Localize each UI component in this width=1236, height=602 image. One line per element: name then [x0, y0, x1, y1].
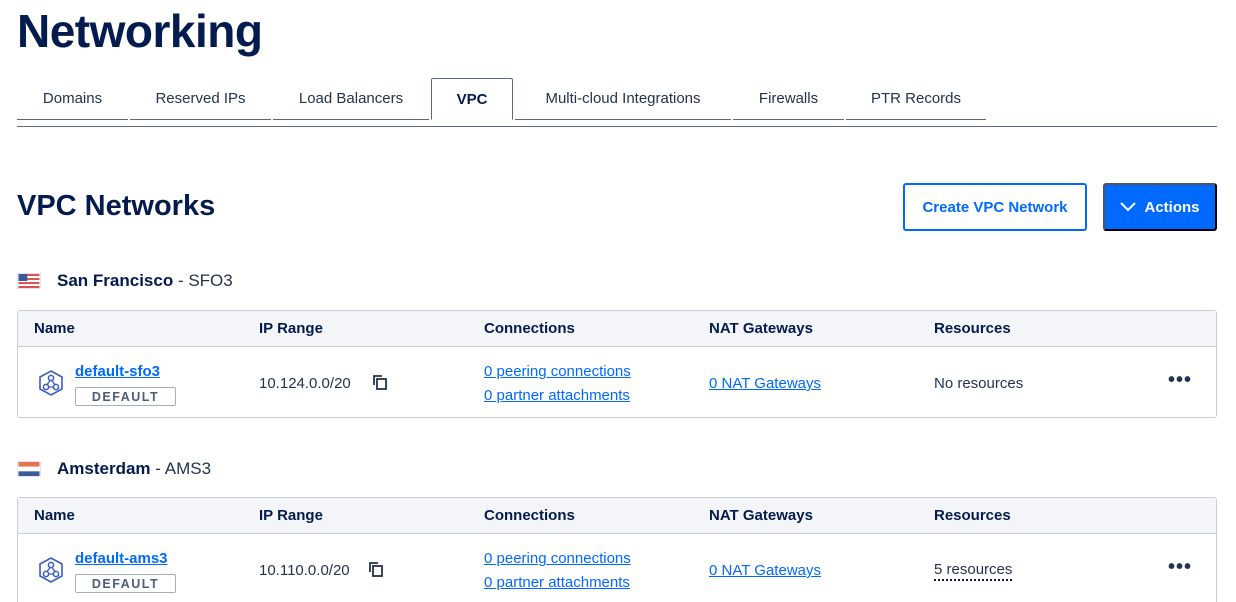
default-badge: DEFAULT — [75, 387, 176, 406]
column-connections: Connections — [484, 507, 575, 524]
more-options-icon[interactable]: ••• — [1168, 369, 1192, 392]
region-code: - SFO3 — [177, 271, 233, 290]
table-header: Name IP Range Connections NAT Gateways R… — [18, 498, 1216, 534]
create-vpc-network-button[interactable]: Create VPC Network — [903, 183, 1087, 231]
column-ip-range: IP Range — [259, 507, 323, 524]
table-header: Name IP Range Connections NAT Gateways R… — [18, 311, 1216, 347]
peering-connections-link[interactable]: 0 peering connections — [484, 550, 631, 567]
table-row: default-ams3 DEFAULT 10.110.0.0/20 0 pee… — [18, 534, 1216, 602]
column-connections: Connections — [484, 320, 575, 337]
vpc-name-link[interactable]: default-sfo3 — [75, 363, 160, 380]
copy-icon[interactable] — [371, 373, 389, 391]
column-resources: Resources — [934, 320, 1011, 337]
column-name: Name — [34, 507, 75, 524]
region-header-ams3: Amsterdam - AMS3 — [17, 459, 211, 479]
tab-multi-cloud-integrations[interactable]: Multi-cloud Integrations — [515, 78, 731, 120]
tab-firewalls[interactable]: Firewalls — [733, 78, 844, 120]
column-nat-gateways: NAT Gateways — [709, 320, 813, 337]
more-options-icon[interactable]: ••• — [1168, 556, 1192, 579]
peering-connections-link[interactable]: 0 peering connections — [484, 363, 631, 380]
nl-flag-icon — [17, 461, 41, 477]
tab-ptr-records[interactable]: PTR Records — [846, 78, 986, 120]
region-city: San Francisco — [57, 271, 174, 290]
nat-gateways-link[interactable]: 0 NAT Gateways — [709, 562, 821, 579]
tab-load-balancers[interactable]: Load Balancers — [273, 78, 429, 120]
tab-vpc[interactable]: VPC — [431, 78, 513, 120]
vpc-network-icon — [39, 370, 63, 396]
column-name: Name — [34, 320, 75, 337]
ip-range-value: 10.110.0.0/20 — [259, 562, 350, 579]
resources-value: No resources — [934, 375, 1024, 392]
vpc-table-sfo3: Name IP Range Connections NAT Gateways R… — [17, 310, 1217, 418]
tab-domains[interactable]: Domains — [17, 78, 128, 120]
ip-range-value: 10.124.0.0/20 — [259, 375, 351, 392]
column-resources: Resources — [934, 507, 1011, 524]
nat-gateways-link[interactable]: 0 NAT Gateways — [709, 375, 821, 392]
resources-count-link[interactable]: 5 resources — [934, 561, 1013, 581]
tab-reserved-ips[interactable]: Reserved IPs — [130, 78, 271, 120]
actions-button-label: Actions — [1144, 198, 1200, 216]
table-row: default-sfo3 DEFAULT 10.124.0.0/20 0 pee… — [18, 347, 1216, 417]
vpc-network-icon — [39, 557, 63, 583]
region-code: - AMS3 — [155, 459, 212, 478]
tab-bar: Domains Reserved IPs Load Balancers VPC … — [17, 78, 1217, 127]
page-title: Networking — [17, 5, 263, 57]
default-badge: DEFAULT — [75, 574, 176, 593]
column-nat-gateways: NAT Gateways — [709, 507, 813, 524]
partner-attachments-link[interactable]: 0 partner attachments — [484, 574, 630, 591]
us-flag-icon — [17, 273, 41, 289]
copy-icon[interactable] — [367, 560, 385, 578]
vpc-name-link[interactable]: default-ams3 — [75, 550, 168, 567]
vpc-table-ams3: Name IP Range Connections NAT Gateways R… — [17, 497, 1217, 602]
column-ip-range: IP Range — [259, 320, 323, 337]
chevron-down-icon — [1120, 202, 1137, 212]
actions-button[interactable]: Actions — [1103, 183, 1217, 231]
region-city: Amsterdam — [57, 459, 151, 478]
section-title: VPC Networks — [17, 190, 216, 222]
partner-attachments-link[interactable]: 0 partner attachments — [484, 387, 630, 404]
region-header-sfo3: San Francisco - SFO3 — [17, 271, 233, 291]
